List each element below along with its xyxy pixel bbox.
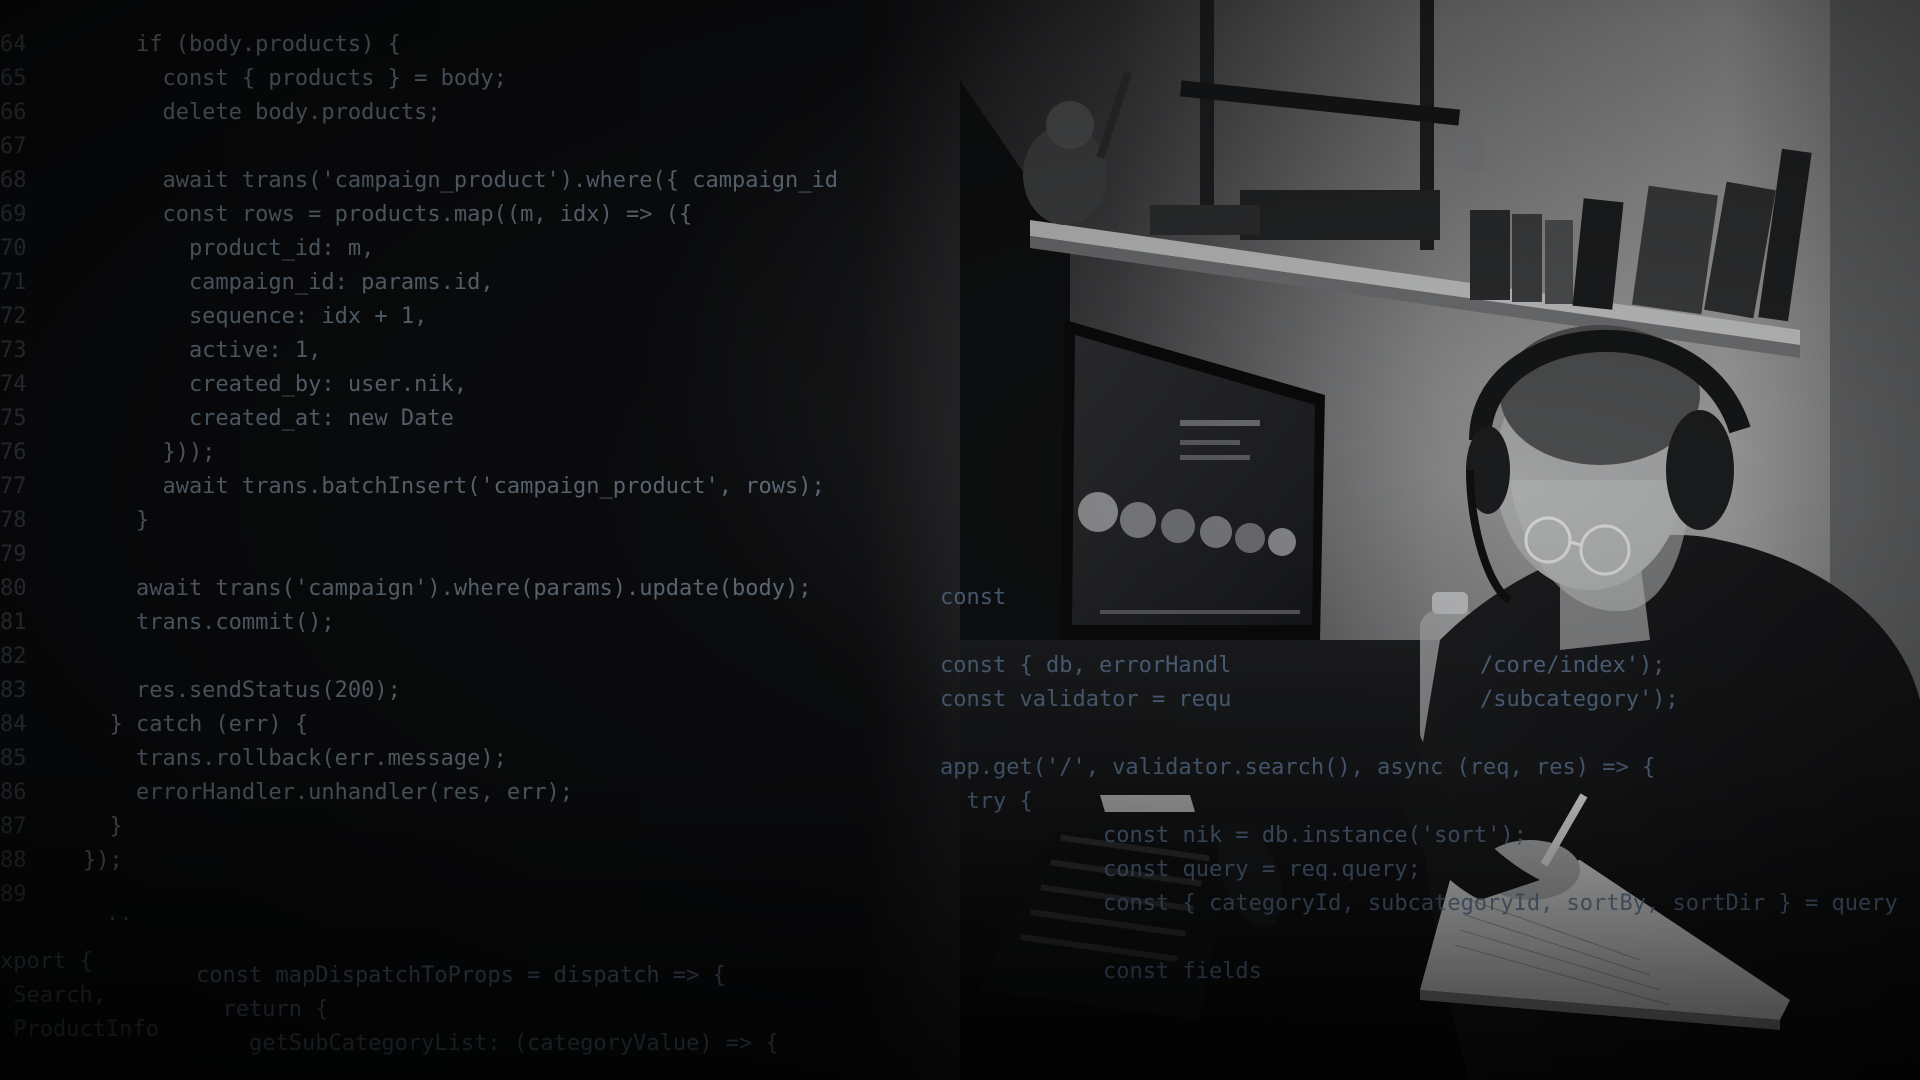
background-photo [0, 0, 1920, 1080]
